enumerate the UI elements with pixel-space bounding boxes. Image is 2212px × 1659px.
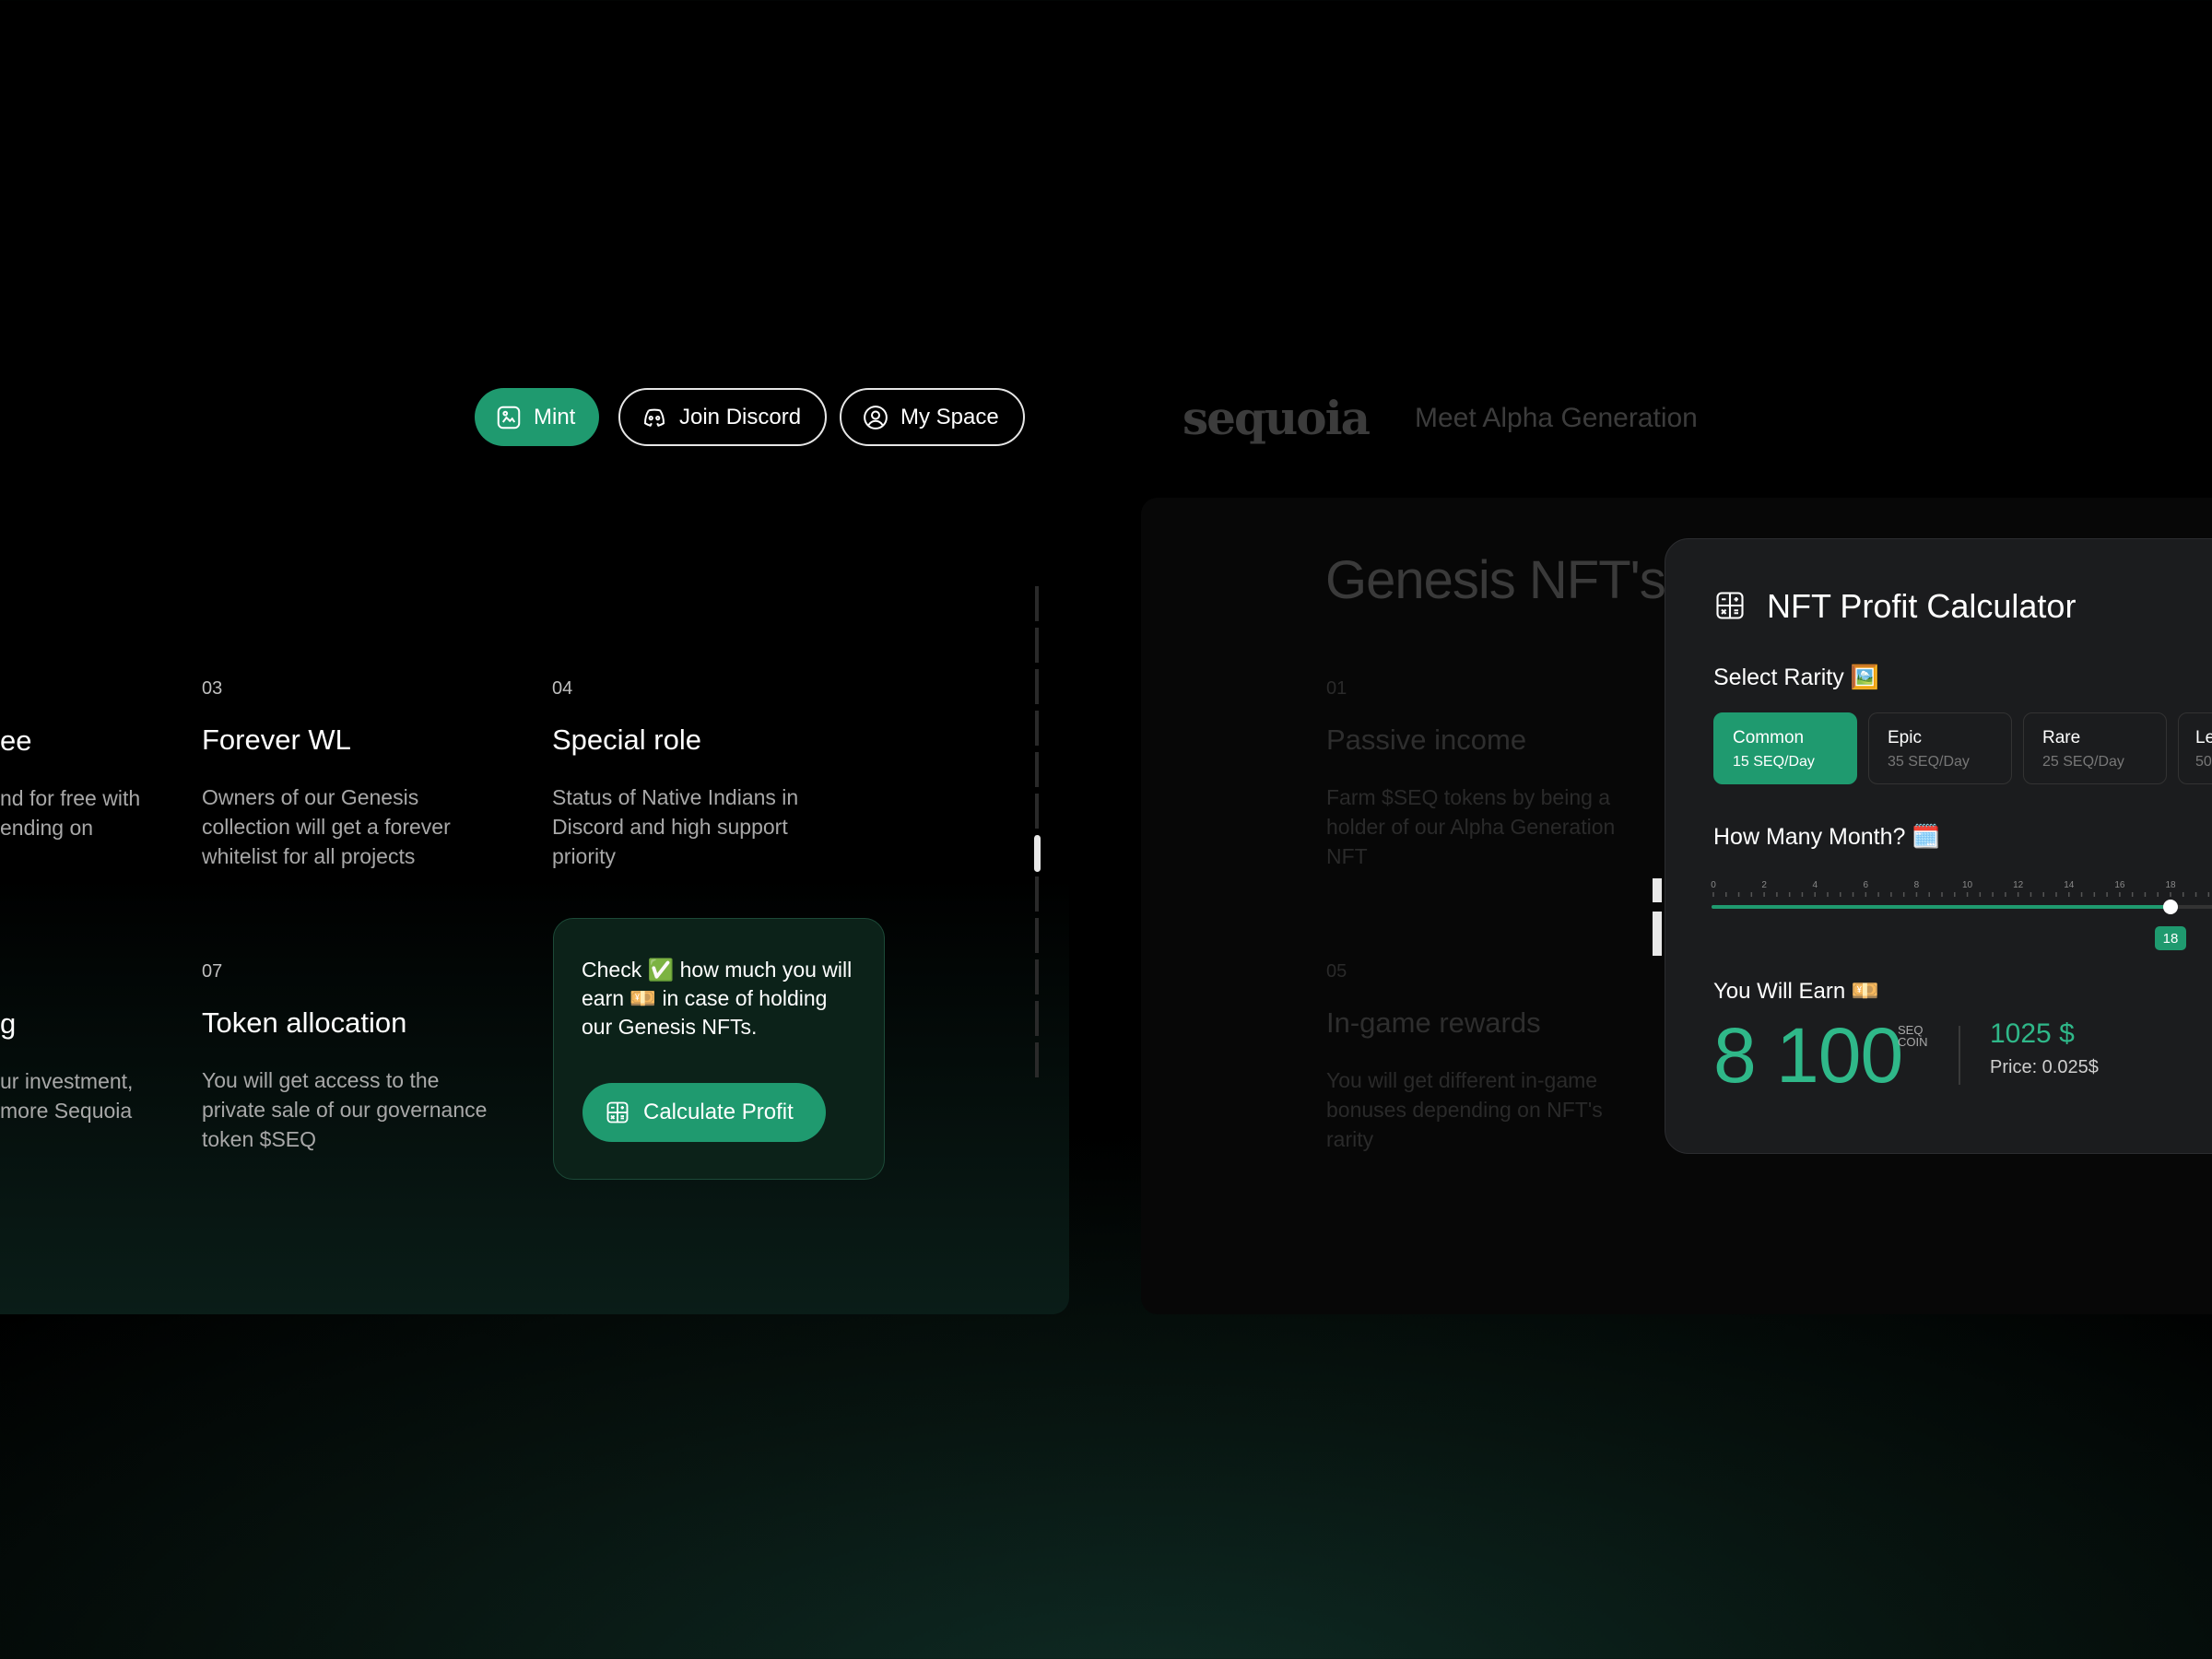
slider-tick-label: 2: [1761, 880, 1767, 890]
feature-card-special-role: 04 Special role Status of Native Indians…: [552, 678, 847, 871]
value-divider: [1959, 1026, 1960, 1085]
feature-desc: You will get access to the private sale …: [202, 1068, 488, 1151]
mint-label: Mint: [534, 404, 576, 429]
genesis-heading: Genesis NFT's: [1325, 550, 1666, 610]
my-space-button[interactable]: My Space: [840, 388, 1025, 446]
join-discord-button[interactable]: Join Discord: [618, 388, 828, 446]
feature-card-passive-income: 01 Passive income Farm $SEQ tokens by be…: [1326, 678, 1630, 871]
feature-title: Special role: [552, 724, 701, 756]
feature-desc: Owners of our Genesis collection will ge…: [202, 785, 451, 868]
side-handle-marks: [1653, 878, 1662, 956]
slider-tick-label: 10: [1962, 880, 1973, 890]
scrollbar-track[interactable]: [1035, 586, 1039, 1080]
earn-amount: 8 100: [1713, 1012, 1903, 1099]
feature-card-cut-1: ee nd for free with ending on: [0, 724, 157, 842]
feature-title: In-game rewards: [1326, 1006, 1541, 1039]
months-slider[interactable]: 0 2 4 6 8 10 12 14 16 18 18: [1665, 539, 2212, 963]
feature-title: Token allocation: [202, 1006, 407, 1039]
you-will-earn-label: You Will Earn 💴: [1713, 979, 1879, 1004]
calculator-icon: [606, 1101, 629, 1124]
mint-button[interactable]: Mint: [475, 388, 600, 446]
slider-tick-label: 16: [2114, 880, 2125, 890]
token-price: Price: 0.025$: [1990, 1057, 2099, 1077]
feature-number: 05: [1326, 961, 1347, 982]
feature-number: 01: [1326, 678, 1347, 699]
tagline: Meet Alpha Generation: [1415, 403, 1698, 433]
feature-title: ee: [0, 724, 32, 757]
calculate-profit-button[interactable]: Calculate Profit: [582, 1083, 826, 1142]
profit-promo-card: Check ✅ how much you will earn 💴 in case…: [553, 918, 885, 1180]
feature-card-token-allocation: 07 Token allocation You will get access …: [202, 961, 497, 1154]
slider-tick-label: 4: [1812, 880, 1818, 890]
slider-tick-label: 18: [2165, 880, 2176, 890]
feature-card-in-game-rewards: 05 In-game rewards You will get differen…: [1326, 961, 1630, 1154]
feature-title: Passive income: [1326, 724, 1527, 756]
calculate-profit-label: Calculate Profit: [643, 1100, 794, 1124]
feature-title: Forever WL: [202, 724, 351, 756]
my-space-label: My Space: [900, 404, 999, 429]
slider-tick-label: 8: [1914, 880, 1920, 890]
sequoia-logo: sequoia: [1182, 391, 1371, 445]
promo-text: Check ✅ how much you will earn 💴 in case…: [582, 958, 853, 1039]
feature-title: g: [0, 1007, 17, 1040]
slider-tick-label: 6: [1864, 880, 1869, 890]
image-edit-icon: [497, 406, 521, 429]
feature-card-cut-2: g ur investment, more Sequoia: [0, 1007, 157, 1125]
nft-profit-calculator: NFT Profit Calculator Select Rarity 🖼️ C…: [1665, 538, 2212, 1154]
feature-desc: Status of Native Indians in Discord and …: [552, 785, 799, 868]
feature-desc: ur investment, more Sequoia: [0, 1069, 134, 1123]
slider-tick-label: 12: [2013, 880, 2024, 890]
coin-unit: SEQ COIN: [1898, 1024, 1928, 1048]
user-circle-icon: [864, 405, 888, 429]
join-discord-label: Join Discord: [679, 404, 802, 429]
slider-value-label: 18: [2163, 931, 2179, 947]
feature-number: 07: [202, 961, 223, 982]
feature-number: 04: [552, 678, 573, 699]
discord-icon: [643, 408, 665, 427]
feature-desc: nd for free with ending on: [0, 786, 141, 840]
feature-desc: You will get different in-game bonuses d…: [1326, 1068, 1603, 1151]
scrollbar-thumb[interactable]: [1034, 835, 1041, 872]
slider-tick-label: 0: [1711, 880, 1716, 890]
unit-line-coin: COIN: [1898, 1035, 1928, 1049]
features-panel: [0, 516, 1069, 1314]
usd-value: 1025 $: [1990, 1018, 2075, 1049]
slider-thumb[interactable]: [2163, 900, 2178, 914]
feature-desc: Farm $SEQ tokens by being a holder of ou…: [1326, 785, 1616, 868]
feature-number: 03: [202, 678, 223, 699]
feature-card-forever-wl: 03 Forever WL Owners of our Genesis coll…: [202, 678, 497, 871]
slider-tick-label: 14: [2064, 880, 2075, 890]
